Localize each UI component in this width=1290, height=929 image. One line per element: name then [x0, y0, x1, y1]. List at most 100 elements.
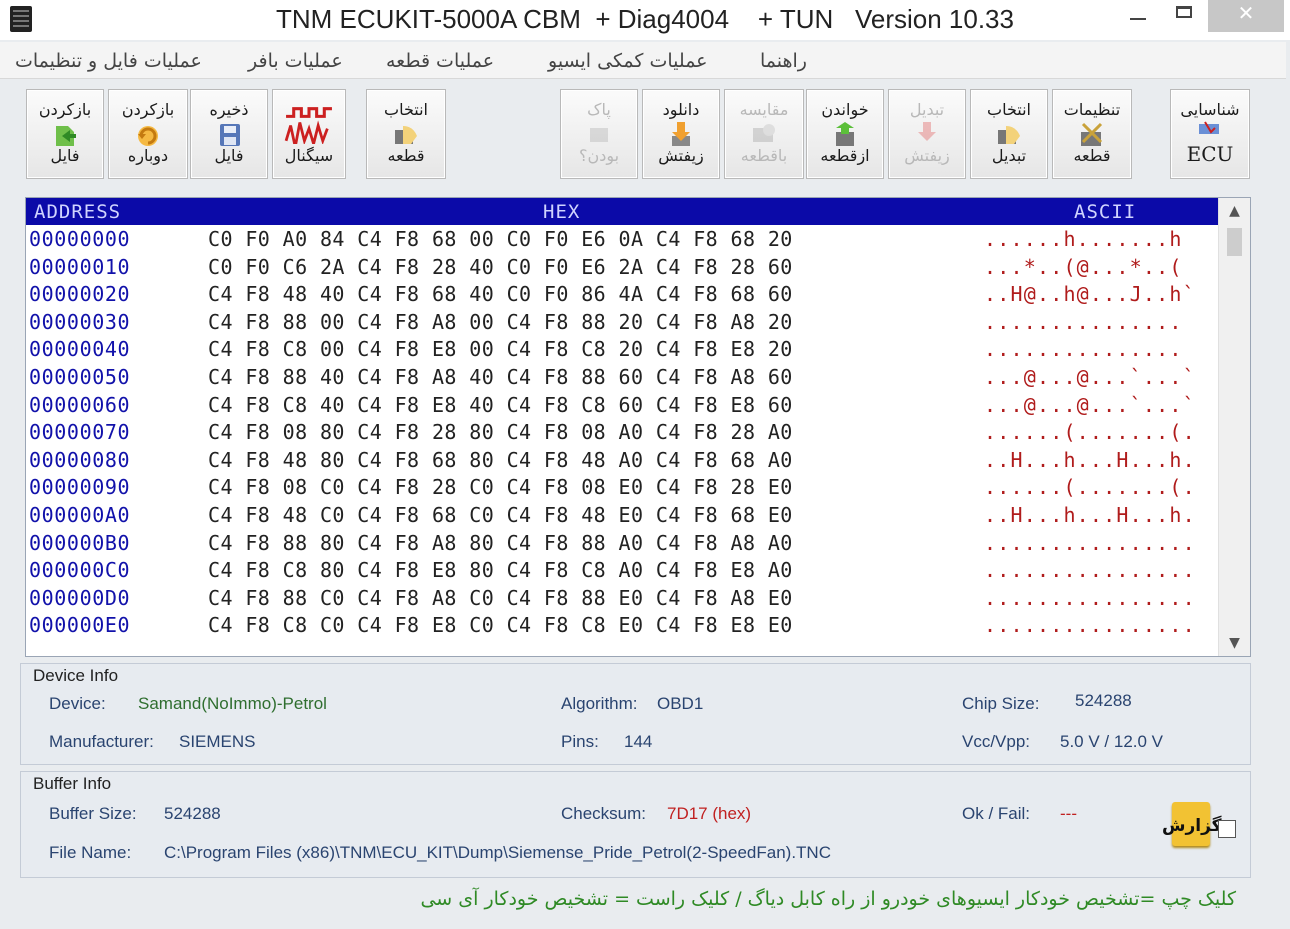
reload-icon — [138, 126, 158, 146]
menu-ecu-helpers[interactable]: عملیات کمکی ایسیو — [548, 50, 708, 72]
select-convert-icon — [998, 126, 1020, 144]
header-ascii: ASCII — [1074, 201, 1137, 223]
hex-row[interactable]: 00000070 C4 F8 08 80 C4 F8 28 80 C4 F8 08… — [26, 419, 1219, 447]
convert-label-bottom: زیفتش — [904, 146, 950, 165]
row-ascii: ................ — [984, 530, 1196, 555]
device-info-group: Device Info Device: Samand(NoImmo)-Petro… — [20, 663, 1251, 765]
algorithm-label: Algorithm: — [561, 694, 638, 713]
signal-label-bottom: سیگنال — [284, 146, 334, 165]
hex-row[interactable]: 00000000 C0 F0 A0 84 C4 F8 68 00 C0 F0 E6… — [26, 226, 1219, 254]
menu-help[interactable]: راهنما — [760, 50, 807, 72]
app-chip-icon[interactable] — [10, 6, 32, 32]
read-part-button[interactable]: خواندن ازقطعه — [806, 89, 884, 179]
row-address: 000000A0 — [29, 502, 131, 527]
hex-row[interactable]: 00000080 C4 F8 48 80 C4 F8 68 80 C4 F8 48… — [26, 447, 1219, 475]
hex-row[interactable]: 000000B0 C4 F8 88 80 C4 F8 A8 80 C4 F8 88… — [26, 530, 1219, 558]
compare-icon — [753, 124, 775, 142]
open-file-button[interactable]: بازکردن فایل — [26, 89, 104, 179]
row-ascii: ......(.......(. — [984, 420, 1196, 445]
menu-bar: عملیات فایل و تنظیمات عملیات بافر عملیات… — [0, 42, 1286, 79]
identify-ecu-label-bottom: ECU — [1186, 142, 1234, 166]
hex-row[interactable]: 00000010 C0 F0 C6 2A C4 F8 28 40 C0 F0 E6… — [26, 254, 1219, 282]
row-hex-bytes: C4 F8 48 40 C4 F8 68 40 C0 F0 86 4A C4 F… — [208, 282, 793, 307]
row-address: 00000030 — [29, 309, 131, 334]
select-part-label-bottom: قطعه — [387, 146, 425, 165]
row-hex-bytes: C4 F8 08 80 C4 F8 28 80 C4 F8 08 A0 C4 F… — [208, 420, 793, 445]
part-settings-label-bottom: قطعه — [1073, 146, 1111, 165]
identify-ecu-button[interactable]: شناسایی ECU — [1170, 89, 1250, 179]
hex-view-panel[interactable]: ADDRESS HEX ASCII 00000000 C0 F0 A0 84 C4… — [25, 197, 1251, 657]
report-checkbox[interactable] — [1218, 820, 1236, 838]
vertical-scrollbar[interactable]: ▲ ▼ — [1218, 198, 1250, 656]
menu-part[interactable]: عملیات قطعه — [386, 50, 494, 72]
row-address: 00000090 — [29, 475, 131, 500]
buffer-size-value: 524288 — [164, 804, 221, 823]
row-address: 00000070 — [29, 420, 131, 445]
read-part-label-top: خواندن — [821, 100, 869, 119]
save-file-label-top: ذخیره — [209, 100, 249, 119]
hex-row[interactable]: 00000040 C4 F8 C8 00 C4 F8 E8 00 C4 F8 C8… — [26, 336, 1219, 364]
part-settings-button[interactable]: تنظیمات قطعه — [1052, 89, 1132, 179]
row-hex-bytes: C4 F8 88 40 C4 F8 A8 40 C4 F8 88 60 C4 F… — [208, 364, 793, 389]
row-ascii: ............... — [984, 309, 1196, 334]
row-ascii: ..H@..h@...J..h` — [984, 282, 1196, 307]
hex-row[interactable]: 00000090 C4 F8 08 C0 C4 F8 28 C0 C4 F8 08… — [26, 474, 1219, 502]
minimize-icon — [1130, 18, 1146, 20]
maximize-button[interactable] — [1162, 0, 1206, 32]
okfail-value: --- — [1060, 804, 1077, 823]
select-part-button[interactable]: انتخاب قطعه — [366, 89, 446, 179]
checksum-label: Checksum: — [561, 804, 647, 823]
hex-row[interactable]: 00000060 C4 F8 C8 40 C4 F8 E8 40 C4 F8 C8… — [26, 392, 1219, 420]
scroll-thumb[interactable] — [1227, 228, 1242, 256]
row-address: 000000D0 — [29, 585, 131, 610]
buffer-info-title: Buffer Info — [33, 774, 112, 793]
row-address: 00000040 — [29, 337, 131, 362]
convert-ziftesh-button[interactable]: تبدیل زیفتش — [888, 89, 966, 179]
hex-row[interactable]: 00000020 C4 F8 48 40 C4 F8 68 40 C0 F0 86… — [26, 281, 1219, 309]
scroll-down-icon[interactable]: ▼ — [1219, 630, 1250, 656]
device-info-title: Device Info — [33, 666, 119, 685]
hex-row[interactable]: 000000E0 C4 F8 C8 C0 C4 F8 E8 C0 C4 F8 C8… — [26, 612, 1219, 640]
device-label: Device: — [49, 694, 106, 713]
blank-check-button[interactable]: پاک بودن؟ — [560, 89, 638, 179]
row-ascii: ................ — [984, 585, 1196, 610]
close-button[interactable]: ✕ — [1208, 0, 1284, 32]
header-hex: HEX — [543, 201, 581, 223]
hex-row[interactable]: 00000050 C4 F8 88 40 C4 F8 A8 40 C4 F8 88… — [26, 364, 1219, 392]
menu-file-settings[interactable]: عملیات فایل و تنظیمات — [15, 50, 202, 72]
compare-button[interactable]: مقایسه باقطعه — [724, 89, 804, 179]
blank-eraser-icon — [590, 128, 608, 142]
row-hex-bytes: C4 F8 C8 40 C4 F8 E8 40 C4 F8 C8 60 C4 F… — [208, 392, 793, 417]
row-ascii: ......(.......(. — [984, 475, 1196, 500]
toolbar: بازکردن فایل بازکردن دوباره ذخیره فایل س… — [0, 80, 1290, 192]
title-bar: TNM ECUKIT-5000A CBM + Diag4004 + TUN Ve… — [0, 0, 1290, 40]
select-convert-button[interactable]: انتخاب تبدیل — [970, 89, 1048, 179]
reopen-label-top: بازکردن — [121, 100, 175, 119]
hex-row[interactable]: 000000D0 C4 F8 88 C0 C4 F8 A8 C0 C4 F8 88… — [26, 585, 1219, 613]
row-hex-bytes: C4 F8 08 C0 C4 F8 28 C0 C4 F8 08 E0 C4 F… — [208, 475, 793, 500]
row-address: 00000020 — [29, 282, 131, 307]
row-address: 000000B0 — [29, 530, 131, 555]
hex-row[interactable]: 00000030 C4 F8 88 00 C4 F8 A8 00 C4 F8 88… — [26, 309, 1219, 337]
download-arrow-icon — [672, 122, 690, 146]
row-ascii: ..H...h...H...h. — [984, 447, 1196, 472]
download-ziftesh-button[interactable]: دانلود زیفتش — [642, 89, 720, 179]
hex-row[interactable]: 000000A0 C4 F8 48 C0 C4 F8 68 C0 C4 F8 48… — [26, 502, 1219, 530]
scroll-up-icon[interactable]: ▲ — [1219, 198, 1250, 224]
menu-buffer[interactable]: عملیات بافر — [248, 50, 343, 72]
open-file-label-top: بازکردن — [38, 100, 92, 119]
signal-button[interactable]: سیگنال — [272, 89, 346, 179]
row-ascii: ............... — [984, 337, 1196, 362]
blank-check-label-bottom: بودن؟ — [578, 146, 620, 165]
report-toggle[interactable]: گزارش — [1162, 800, 1236, 852]
reopen-button[interactable]: بازکردن دوباره — [108, 89, 188, 179]
blank-check-label-top: پاک — [587, 100, 611, 119]
row-ascii: ...@...@...`...` — [984, 392, 1196, 417]
row-hex-bytes: C4 F8 88 C0 C4 F8 A8 C0 C4 F8 88 E0 C4 F… — [208, 585, 793, 610]
row-address: 00000010 — [29, 254, 131, 279]
buffer-size-label: Buffer Size: — [49, 804, 137, 823]
save-file-button[interactable]: ذخیره فایل — [190, 89, 268, 179]
minimize-button[interactable] — [1116, 0, 1160, 32]
hex-row[interactable]: 000000C0 C4 F8 C8 80 C4 F8 E8 80 C4 F8 C8… — [26, 557, 1219, 585]
header-address: ADDRESS — [34, 201, 122, 223]
